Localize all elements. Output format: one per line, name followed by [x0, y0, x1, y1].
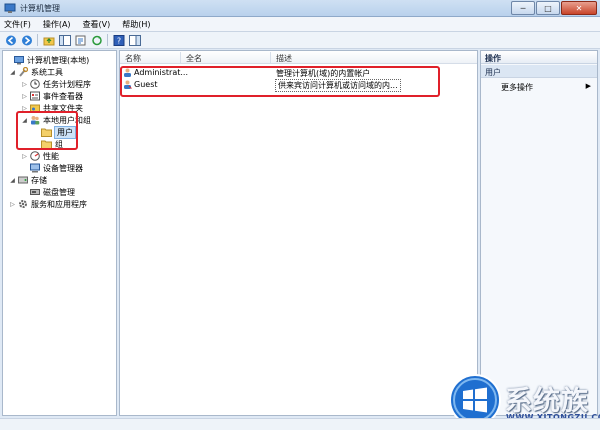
column-header-description[interactable]: 描述	[276, 53, 292, 64]
disk-icon	[29, 187, 40, 197]
tree-item-task-scheduler[interactable]: ▷ 任务计划程序	[21, 78, 91, 90]
tree-label: 服务和应用程序	[31, 199, 87, 209]
status-bar	[0, 418, 600, 430]
services-icon	[17, 199, 28, 209]
folder-up-icon[interactable]	[42, 34, 55, 46]
table-row[interactable]: Administrat... 管理计算机(域)的内置帐户	[120, 67, 477, 79]
tree-twisty[interactable]: ◢	[21, 117, 28, 124]
tree-twisty	[21, 165, 28, 172]
tree-twisty	[5, 57, 12, 64]
menu-view[interactable]: 查看(V)	[83, 19, 111, 30]
column-divider[interactable]	[180, 52, 181, 63]
event-viewer-icon	[29, 91, 40, 101]
menu-help[interactable]: 帮助(H)	[122, 19, 150, 30]
actions-pane: 操作 用户 更多操作 ▶	[480, 50, 598, 416]
cell-name: Administrat...	[134, 68, 188, 77]
clock-icon	[29, 79, 40, 89]
tree-label: 用户	[54, 125, 76, 139]
tree-label: 本地用户和组	[43, 115, 91, 125]
tree-twisty[interactable]: ◢	[9, 177, 16, 184]
tree-label: 共享文件夹	[43, 103, 83, 113]
tree-item-storage[interactable]: ◢ 存储	[9, 174, 47, 186]
tree-twisty[interactable]: ▷	[21, 105, 28, 112]
actions-section-users[interactable]: 用户	[481, 65, 597, 78]
minimize-button[interactable]: ─	[511, 1, 535, 15]
tree-item-shared-folders[interactable]: ▷ 共享文件夹	[21, 102, 83, 114]
users-group-icon	[29, 115, 40, 125]
computer-icon	[13, 55, 24, 65]
table-row[interactable]: Guest 供来宾访问计算机或访问域的内...	[120, 79, 477, 92]
tree-twisty[interactable]: ▷	[21, 93, 28, 100]
tree-label: 磁盘管理	[43, 187, 75, 197]
tree-label: 计算机管理(本地)	[27, 55, 90, 65]
column-header-fullname[interactable]: 全名	[186, 53, 202, 64]
tree-label: 设备管理器	[43, 163, 83, 173]
title-bar: 计算机管理 ─ □ ✕	[0, 0, 600, 17]
tree-item-groups[interactable]: 组	[33, 138, 63, 150]
performance-icon	[29, 151, 40, 161]
toolbar: ?	[0, 32, 600, 49]
cell-description: 管理计算机(域)的内置帐户	[276, 69, 371, 78]
tree-twisty[interactable]: ▷	[21, 81, 28, 88]
window-title: 计算机管理	[20, 3, 60, 13]
tree-twisty[interactable]: ▷	[9, 201, 16, 208]
tree-label: 性能	[43, 151, 59, 161]
tree-item-disk-management[interactable]: 磁盘管理	[21, 186, 75, 198]
tree-item-performance[interactable]: ▷ 性能	[21, 150, 59, 162]
cell-name: Guest	[134, 80, 158, 89]
tree-item-users[interactable]: 用户	[33, 125, 76, 139]
actions-header: 操作	[481, 51, 597, 64]
column-divider[interactable]	[270, 52, 271, 63]
user-icon	[123, 68, 132, 77]
tree-item-local-users-groups[interactable]: ◢ 本地用户和组	[21, 114, 91, 126]
menu-file[interactable]: 文件(F)	[4, 19, 31, 30]
forward-arrow-icon[interactable]	[20, 34, 33, 46]
folder-icon	[41, 139, 52, 149]
tree-item-services-applications[interactable]: ▷ 服务和应用程序	[9, 198, 87, 210]
tree-label: 系统工具	[31, 67, 63, 77]
menu-bar: 文件(F) 操作(A) 查看(V) 帮助(H)	[0, 17, 600, 32]
column-header-name[interactable]: 名称	[125, 53, 141, 64]
tree-item-device-manager[interactable]: 设备管理器	[21, 162, 83, 174]
back-arrow-icon[interactable]	[4, 34, 17, 46]
user-list-pane: 名称 全名 描述 Administrat... 管理计算机(域)的内置帐户 Gu…	[119, 50, 478, 416]
tree-label: 任务计划程序	[43, 79, 91, 89]
user-icon	[123, 80, 132, 89]
folder-icon	[41, 127, 52, 137]
tree-item-event-viewer[interactable]: ▷ 事件查看器	[21, 90, 83, 102]
shared-folder-icon	[29, 103, 40, 113]
refresh-icon[interactable]	[90, 34, 103, 46]
more-actions-arrow-icon[interactable]: ▶	[586, 82, 591, 90]
tree-twisty	[33, 141, 40, 148]
tree-item-system-tools[interactable]: ◢ 系统工具	[9, 66, 63, 78]
pane-icon[interactable]	[128, 34, 141, 46]
tree-label: 组	[55, 139, 63, 149]
list-header: 名称 全名 描述	[120, 51, 477, 64]
console-tree-pane: 计算机管理(本地) ◢ 系统工具 ▷ 任务计划程序 ▷ 事件查看器 ▷ 共享文件…	[2, 50, 117, 416]
properties-icon[interactable]	[74, 34, 87, 46]
tree-label: 事件查看器	[43, 91, 83, 101]
device-manager-icon	[29, 163, 40, 173]
tree-label: 存储	[31, 175, 47, 185]
close-button[interactable]: ✕	[561, 1, 597, 15]
cell-description: 供来宾访问计算机或访问域的内...	[275, 79, 401, 92]
tree-twisty[interactable]: ▷	[21, 153, 28, 160]
help-icon[interactable]: ?	[112, 34, 125, 46]
storage-icon	[17, 175, 28, 185]
tree-twisty	[21, 189, 28, 196]
tools-icon	[17, 67, 28, 77]
svg-text:?: ?	[116, 36, 120, 45]
maximize-button[interactable]: □	[536, 1, 560, 15]
tree-twisty	[33, 129, 40, 136]
tree-item-computer-management[interactable]: 计算机管理(本地)	[5, 54, 89, 66]
toolbar-separator	[107, 34, 108, 46]
console-tree-icon[interactable]	[58, 34, 71, 46]
tree-twisty[interactable]: ◢	[9, 69, 16, 76]
more-actions-link[interactable]: 更多操作	[501, 82, 533, 93]
menu-action[interactable]: 操作(A)	[43, 19, 71, 30]
window-controls: ─ □ ✕	[510, 1, 597, 15]
computer-management-icon	[4, 2, 16, 14]
toolbar-separator	[37, 34, 38, 46]
